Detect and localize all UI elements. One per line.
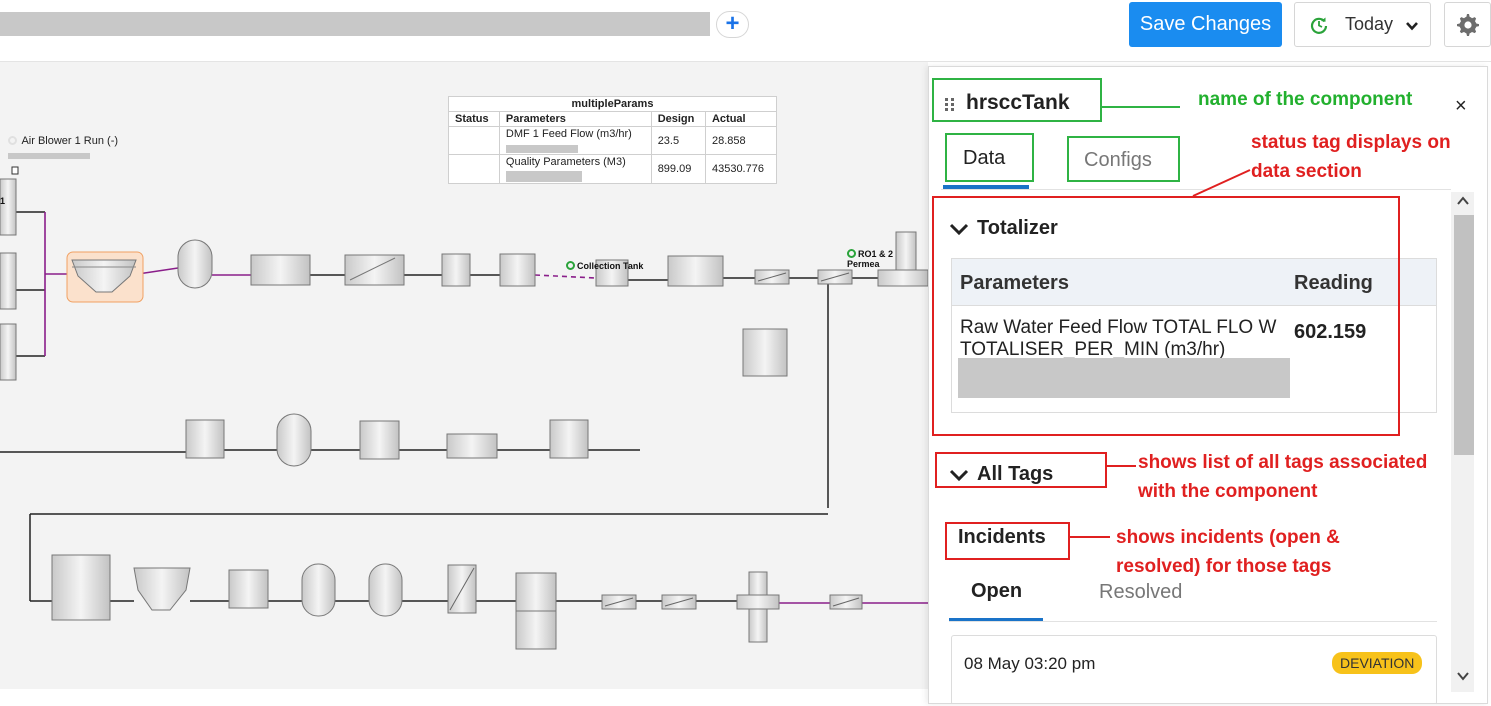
annotation-name-text: name of the component [1198, 89, 1413, 110]
run-status-icon [8, 136, 17, 145]
incidents-divider [949, 621, 1437, 622]
annotation-incidents-text-1: shows incidents (open & [1116, 527, 1340, 548]
annotation-box-incidents [945, 522, 1070, 560]
run-status-icon [566, 261, 575, 270]
table-row: DMF 1 Feed Flow (m3/hr) 23.5 28.858 [448, 126, 778, 155]
status-cell [448, 126, 500, 155]
parameter-name: DMF 1 Feed Flow (m3/hr) [505, 128, 632, 140]
table-row: Quality Parameters (M3) 899.09 43530.776 [448, 154, 778, 184]
multiple-params-table[interactable]: multipleParams Status Parameters Design … [448, 96, 778, 184]
actual-cell: 28.858 [704, 126, 778, 155]
air-blower-text: Air Blower 1 Run (-) [21, 135, 119, 147]
add-button[interactable]: + [716, 11, 749, 38]
scroll-up-icon[interactable] [1457, 196, 1469, 206]
left-unit-marker: 1 [0, 196, 6, 206]
air-blower-label: Air Blower 1 Run (-) [8, 135, 118, 147]
process-canvas[interactable]: Air Blower 1 Run (-) 1 Collection Tank R… [0, 62, 928, 689]
gear-icon [1457, 14, 1479, 36]
tab-incidents-open[interactable]: Open [971, 580, 1022, 603]
parameter-cell: Quality Parameters (M3) [498, 154, 652, 184]
col-actual: Actual [704, 111, 778, 127]
incident-card[interactable]: 08 May 03:20 pm DEVIATION [951, 635, 1437, 703]
annotation-box-data-tab [945, 133, 1034, 182]
actual-cell: 43530.776 [704, 154, 778, 184]
save-changes-button[interactable]: Save Changes [1129, 2, 1282, 47]
annotation-box-name [932, 78, 1102, 122]
annotation-status-text-1: status tag displays on [1251, 132, 1451, 153]
chevron-down-icon [1406, 22, 1418, 31]
ro-permeate-label: RO1 & 2 Permea [847, 249, 928, 269]
col-design: Design [650, 111, 706, 127]
tab-divider [941, 189, 1451, 190]
annotation-box-all-tags [935, 452, 1107, 488]
collection-tank-label: Collection Tank [566, 261, 643, 271]
collection-tank-text: Collection Tank [577, 261, 644, 271]
date-range-label: Today [1345, 14, 1394, 34]
refresh-icon [1310, 17, 1328, 34]
design-cell: 899.09 [650, 154, 706, 184]
redacted-value [505, 145, 578, 153]
design-cell: 23.5 [650, 126, 706, 155]
incident-time: 08 May 03:20 pm [964, 654, 1096, 673]
annotation-all-tags-text-1: shows list of all tags associated [1138, 452, 1428, 473]
col-parameters: Parameters [498, 111, 652, 127]
table-title: multipleParams [448, 96, 777, 112]
annotation-status-text-2: data section [1251, 161, 1362, 182]
title-redacted [0, 12, 710, 36]
parameter-name: Quality Parameters (M3) [505, 156, 626, 168]
scroll-down-icon[interactable] [1457, 671, 1469, 681]
parameter-cell: DMF 1 Feed Flow (m3/hr) [498, 126, 652, 155]
col-status: Status [448, 111, 500, 127]
annotation-all-tags-text-2: with the component [1138, 481, 1318, 502]
top-bar: + Save Changes Today [0, 0, 1491, 62]
status-badge: DEVIATION [1332, 652, 1423, 674]
run-status-icon [847, 249, 856, 258]
annotation-box-configs-tab [1067, 136, 1180, 182]
date-range-select[interactable]: Today [1294, 2, 1431, 47]
settings-button[interactable] [1444, 2, 1491, 47]
scrollbar-thumb[interactable] [1454, 215, 1474, 455]
status-cell [448, 154, 500, 184]
tab-incidents-resolved[interactable]: Resolved [1099, 581, 1182, 604]
annotation-box-totalizer [932, 196, 1400, 436]
close-icon[interactable]: × [1455, 95, 1467, 118]
redacted-value [505, 171, 582, 182]
annotation-incidents-text-2: resolved) for those tags [1116, 556, 1332, 577]
